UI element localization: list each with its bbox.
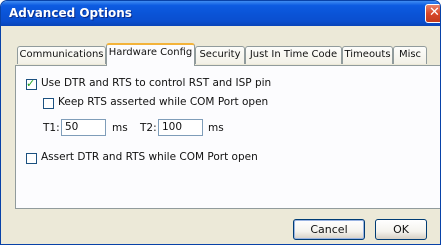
tab-strip: Communications Hardware Config Security … [15,43,440,66]
close-button[interactable]: ✕ [425,4,440,23]
assert-dtr-rts-label[interactable]: Assert DTR and RTS while COM Port open [41,151,258,163]
tab-communications[interactable]: Communications [17,46,106,64]
t1-unit: ms [112,122,128,134]
advanced-options-dialog: Advanced Options ✕ Communications Hardwa… [0,0,441,245]
tab-timeouts[interactable]: Timeouts [342,46,393,64]
tab-hardware-config[interactable]: Hardware Config [106,43,195,66]
checkmark-icon: ✓ [26,77,36,90]
t1-input[interactable]: 50 [61,119,106,136]
assert-dtr-rts-checkbox[interactable] [26,153,37,164]
ok-button[interactable]: OK [375,219,427,240]
window-title: Advanced Options [9,6,132,20]
keep-rts-label[interactable]: Keep RTS asserted while COM Port open [58,96,268,108]
tab-misc[interactable]: Misc [393,46,427,64]
t1-label: T1: [43,122,60,134]
use-dtr-rts-checkbox[interactable]: ✓ [26,77,37,90]
tab-security[interactable]: Security [195,46,245,64]
close-icon: ✕ [429,5,440,20]
t2-input[interactable]: 100 [158,119,203,136]
hardware-config-panel: ✓ Use DTR and RTS to control RST and ISP… [15,65,440,209]
t2-label: T2: [140,122,157,134]
cancel-button[interactable]: Cancel [293,219,365,240]
title-bar[interactable]: Advanced Options ✕ [1,1,440,26]
t2-unit: ms [208,122,224,134]
tab-just-in-time-code[interactable]: Just In Time Code [245,46,342,64]
use-dtr-rts-label[interactable]: Use DTR and RTS to control RST and ISP p… [41,77,271,89]
keep-rts-checkbox[interactable] [43,98,54,109]
